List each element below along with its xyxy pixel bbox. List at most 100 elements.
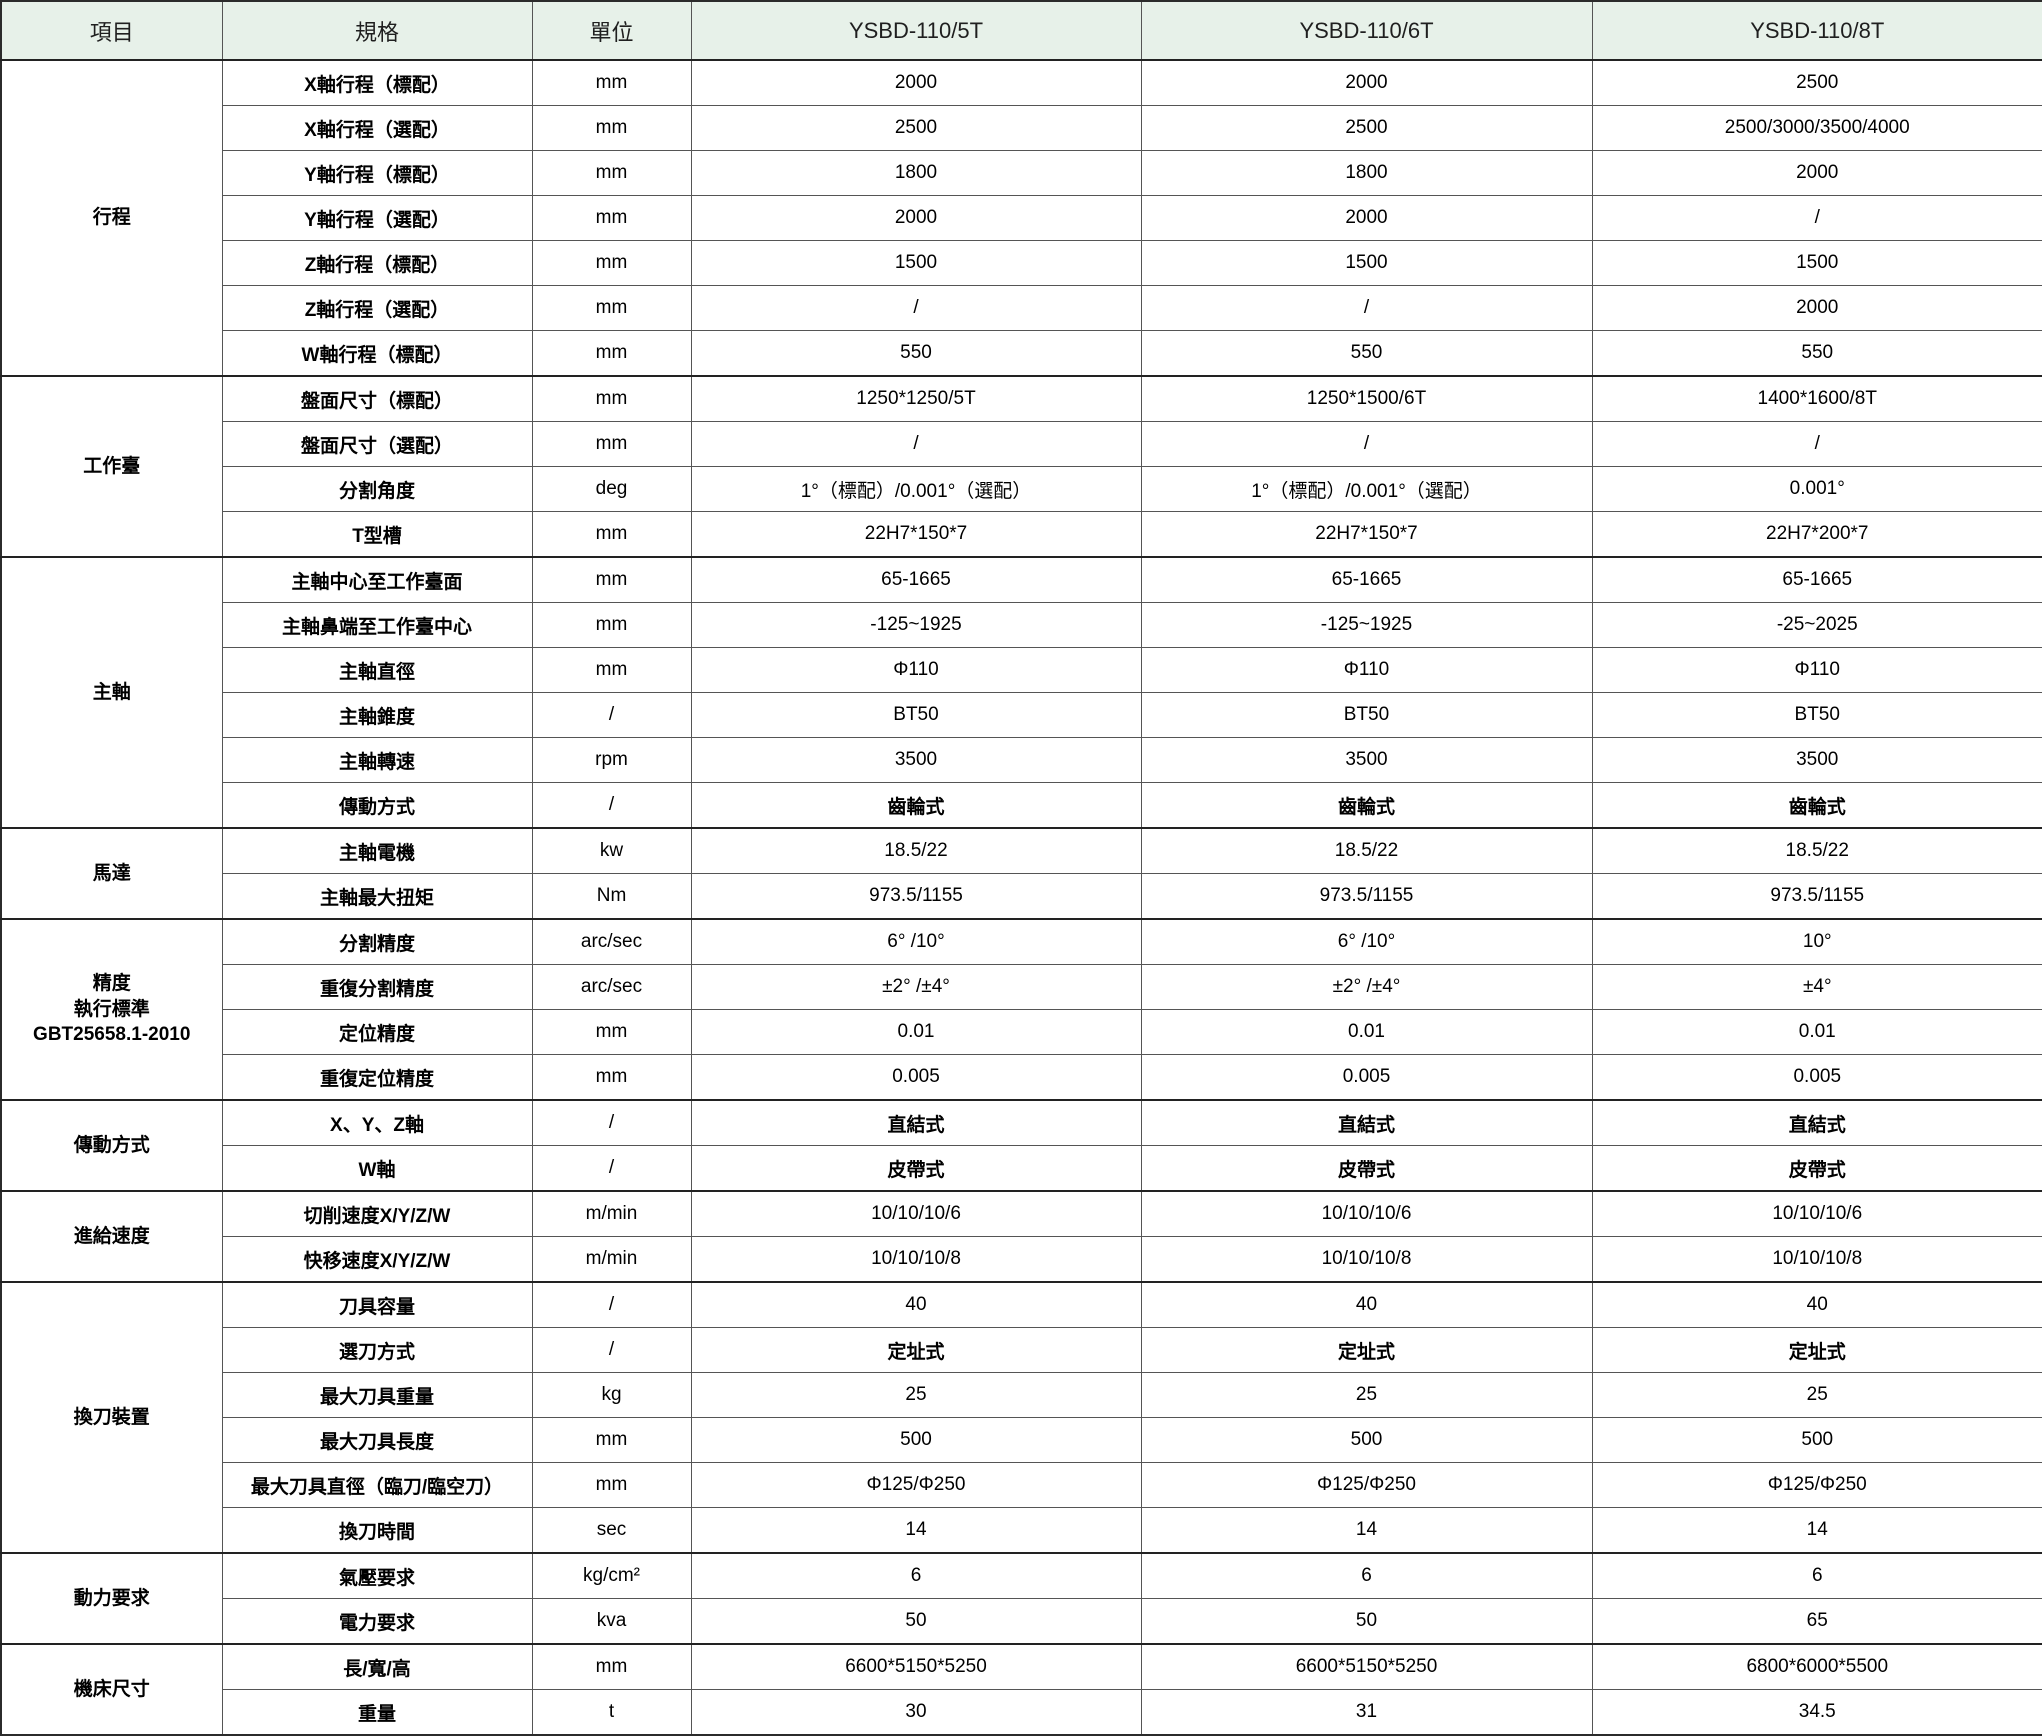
spec-label: 分割精度 <box>222 919 532 965</box>
table-row: 最大刀具重量kg252525 <box>1 1373 2042 1418</box>
page: 項目 規格 單位 YSBD-110/5T YSBD-110/6T YSBD-11… <box>0 0 2042 1700</box>
unit-label: mm <box>532 1010 691 1055</box>
value-cell-model-2: 65-1665 <box>1141 557 1592 603</box>
unit-label: mm <box>532 1418 691 1463</box>
value-cell-model-1: 1°（標配）/0.001°（選配） <box>691 467 1141 512</box>
value-cell-model-3: 550 <box>1592 331 2042 377</box>
value-cell-model-3: 0.005 <box>1592 1055 2042 1101</box>
spec-label: 快移速度X/Y/Z/W <box>222 1237 532 1283</box>
spec-label: X軸行程（選配） <box>222 106 532 151</box>
value-cell-model-3: 1500 <box>1592 241 2042 286</box>
value-cell-model-1: 齒輪式 <box>691 783 1141 829</box>
value-cell-model-1: -125~1925 <box>691 603 1141 648</box>
column-header-model-ysbd-110-8t: YSBD-110/8T <box>1592 1 2042 60</box>
spec-label: 重復定位精度 <box>222 1055 532 1101</box>
unit-label: sec <box>532 1508 691 1554</box>
value-cell-model-2: 0.01 <box>1141 1010 1592 1055</box>
spec-label: 盤面尺寸（標配） <box>222 376 532 422</box>
item-group-label: 精度 執行標準 GBT25658.1-2010 <box>1 919 222 1100</box>
spec-label: 重量 <box>222 1690 532 1736</box>
value-cell-model-2: Φ125/Φ250 <box>1141 1463 1592 1508</box>
value-cell-model-2: / <box>1141 422 1592 467</box>
item-group-label: 馬達 <box>1 828 222 919</box>
value-cell-model-2: 2500 <box>1141 106 1592 151</box>
value-cell-model-2: 22H7*150*7 <box>1141 512 1592 558</box>
table-row: Y軸行程（選配）mm20002000/ <box>1 196 2042 241</box>
value-cell-model-3: 2500/3000/3500/4000 <box>1592 106 2042 151</box>
table-row: 傳動方式/齒輪式齒輪式齒輪式 <box>1 783 2042 829</box>
unit-label: kva <box>532 1599 691 1645</box>
unit-label: mm <box>532 196 691 241</box>
table-row: W軸/皮帶式皮帶式皮帶式 <box>1 1146 2042 1192</box>
column-header-model-ysbd-110-5t: YSBD-110/5T <box>691 1 1141 60</box>
column-header-model-ysbd-110-6t: YSBD-110/6T <box>1141 1 1592 60</box>
unit-label: mm <box>532 376 691 422</box>
value-cell-model-2: 1250*1500/6T <box>1141 376 1592 422</box>
unit-label: mm <box>532 1463 691 1508</box>
header-row: 項目 規格 單位 YSBD-110/5T YSBD-110/6T YSBD-11… <box>1 1 2042 60</box>
value-cell-model-1: 14 <box>691 1508 1141 1554</box>
table-row: 工作臺盤面尺寸（標配）mm1250*1250/5T1250*1500/6T140… <box>1 376 2042 422</box>
value-cell-model-1: 定址式 <box>691 1328 1141 1373</box>
unit-label: / <box>532 783 691 829</box>
value-cell-model-3: 500 <box>1592 1418 2042 1463</box>
value-cell-model-1: 65-1665 <box>691 557 1141 603</box>
table-row: 進給速度切削速度X/Y/Z/Wm/min10/10/10/610/10/10/6… <box>1 1191 2042 1237</box>
unit-label: m/min <box>532 1191 691 1237</box>
item-group-label: 動力要求 <box>1 1553 222 1644</box>
unit-label: mm <box>532 1055 691 1101</box>
table-row: 重量t303134.5 <box>1 1690 2042 1736</box>
unit-label: mm <box>532 648 691 693</box>
value-cell-model-1: 1250*1250/5T <box>691 376 1141 422</box>
unit-label: deg <box>532 467 691 512</box>
spec-table: 項目 規格 單位 YSBD-110/5T YSBD-110/6T YSBD-11… <box>0 0 2042 1736</box>
value-cell-model-3: 3500 <box>1592 738 2042 783</box>
unit-label: mm <box>532 286 691 331</box>
value-cell-model-2: 1500 <box>1141 241 1592 286</box>
value-cell-model-3: / <box>1592 196 2042 241</box>
value-cell-model-2: 550 <box>1141 331 1592 377</box>
value-cell-model-3: -25~2025 <box>1592 603 2042 648</box>
value-cell-model-3: 1400*1600/8T <box>1592 376 2042 422</box>
item-group-label: 進給速度 <box>1 1191 222 1282</box>
value-cell-model-2: 1800 <box>1141 151 1592 196</box>
table-row: 重復分割精度arc/sec±2° /±4°±2° /±4°±4° <box>1 965 2042 1010</box>
table-row: 電力要求kva505065 <box>1 1599 2042 1645</box>
table-row: 主軸轉速rpm350035003500 <box>1 738 2042 783</box>
unit-label: / <box>532 693 691 738</box>
unit-label: arc/sec <box>532 965 691 1010</box>
table-row: 定位精度mm0.010.010.01 <box>1 1010 2042 1055</box>
column-header-item: 項目 <box>1 1 222 60</box>
value-cell-model-1: 973.5/1155 <box>691 874 1141 920</box>
value-cell-model-1: 2500 <box>691 106 1141 151</box>
value-cell-model-2: ±2° /±4° <box>1141 965 1592 1010</box>
spec-label: 主軸最大扭矩 <box>222 874 532 920</box>
value-cell-model-2: Φ110 <box>1141 648 1592 693</box>
spec-label: X、Y、Z軸 <box>222 1100 532 1146</box>
spec-label: 切削速度X/Y/Z/W <box>222 1191 532 1237</box>
spec-label: Y軸行程（選配） <box>222 196 532 241</box>
table-row: 傳動方式X、Y、Z軸/直結式直結式直結式 <box>1 1100 2042 1146</box>
value-cell-model-1: 2000 <box>691 196 1141 241</box>
value-cell-model-1: 10/10/10/8 <box>691 1237 1141 1283</box>
unit-label: mm <box>532 512 691 558</box>
value-cell-model-1: / <box>691 422 1141 467</box>
value-cell-model-1: 6600*5150*5250 <box>691 1644 1141 1690</box>
unit-label: / <box>532 1282 691 1328</box>
value-cell-model-1: 25 <box>691 1373 1141 1418</box>
value-cell-model-1: 0.01 <box>691 1010 1141 1055</box>
value-cell-model-2: 直結式 <box>1141 1100 1592 1146</box>
value-cell-model-3: 18.5/22 <box>1592 828 2042 874</box>
value-cell-model-1: 30 <box>691 1690 1141 1736</box>
spec-label: T型槽 <box>222 512 532 558</box>
spec-label: W軸行程（標配） <box>222 331 532 377</box>
value-cell-model-1: 550 <box>691 331 1141 377</box>
unit-label: t <box>532 1690 691 1736</box>
spec-label: 選刀方式 <box>222 1328 532 1373</box>
table-row: T型槽mm22H7*150*722H7*150*722H7*200*7 <box>1 512 2042 558</box>
table-row: 主軸鼻端至工作臺中心mm-125~1925-125~1925-25~2025 <box>1 603 2042 648</box>
value-cell-model-1: 1500 <box>691 241 1141 286</box>
value-cell-model-2: / <box>1141 286 1592 331</box>
unit-label: mm <box>532 603 691 648</box>
spec-label: 刀具容量 <box>222 1282 532 1328</box>
